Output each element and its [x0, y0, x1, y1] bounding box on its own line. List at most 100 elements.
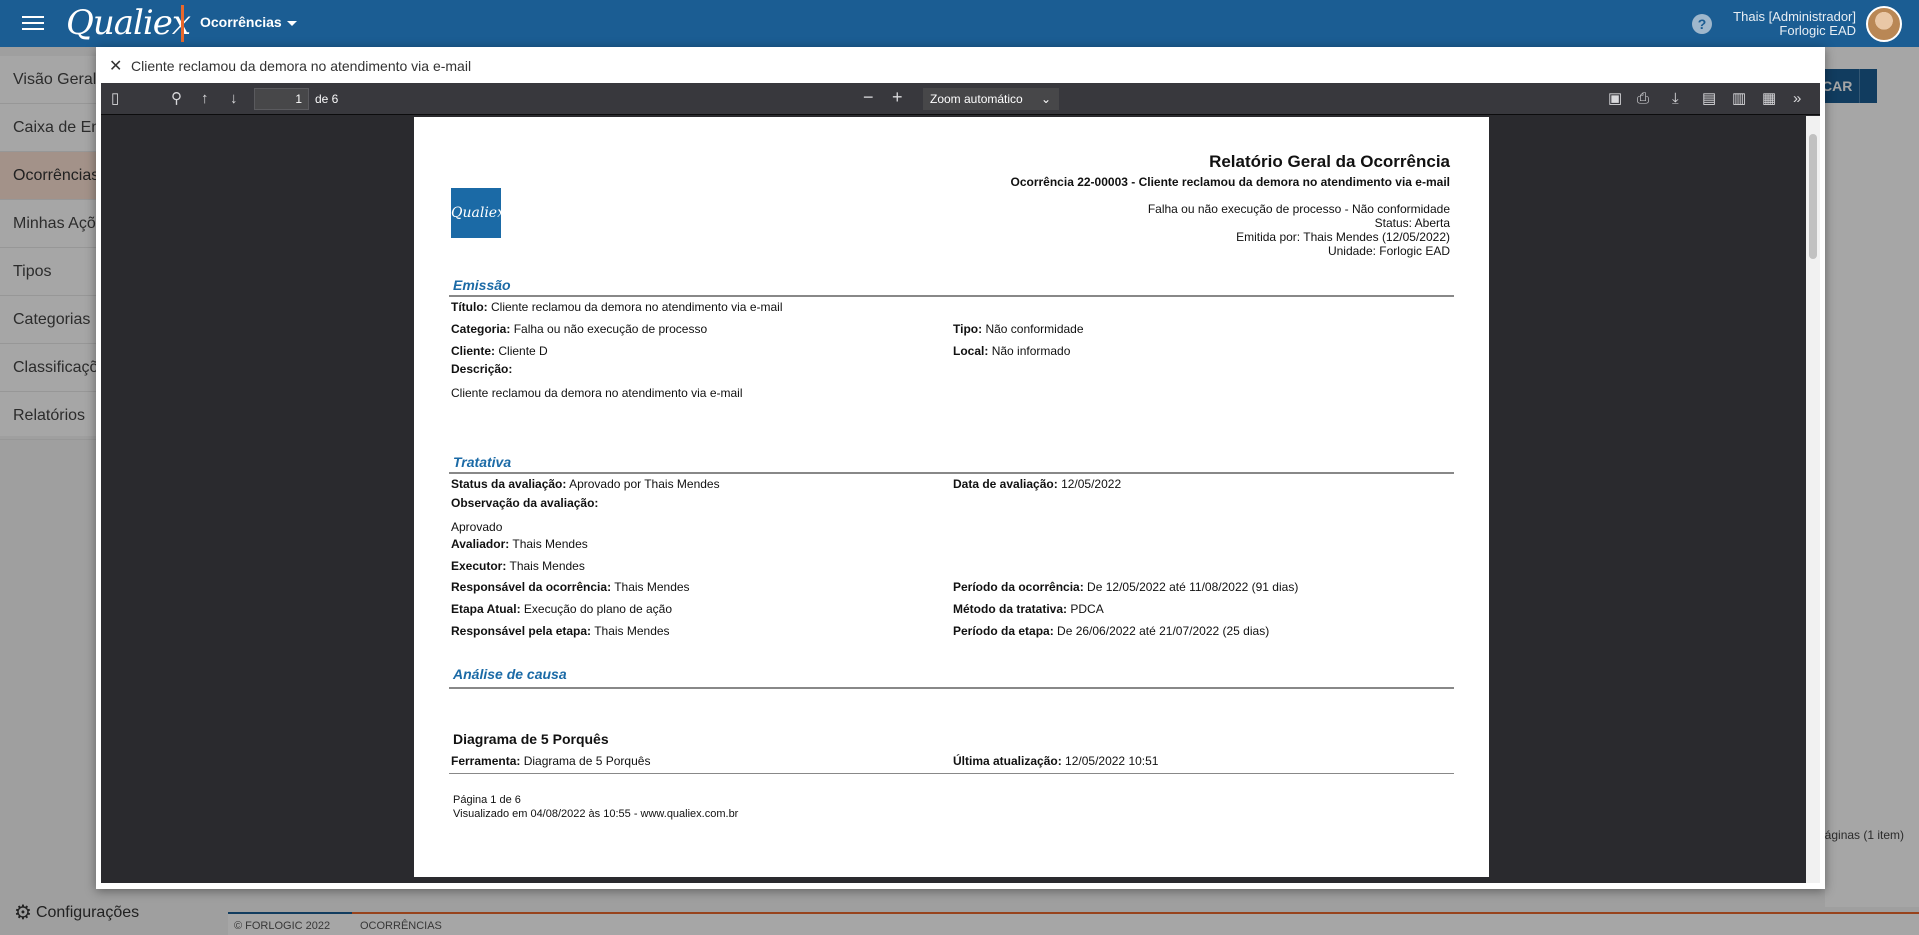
report-logo: Qualiex	[451, 188, 505, 238]
divider	[449, 687, 1454, 689]
field-value: Cliente D	[498, 344, 548, 358]
scrollbar[interactable]	[1806, 116, 1820, 883]
meta-category: Falha ou não execução de processo - Não …	[1147, 202, 1450, 216]
pdf-toolbar: ▯ ⚲ ↑ ↓ 1 de 6 − + Zoom automático ⌄ ▣ ⎙ …	[101, 83, 1820, 115]
download-icon[interactable]: ⤓	[1672, 90, 1679, 108]
meta-issued: Emitida por: Thais Mendes (12/05/2022)	[1236, 230, 1450, 244]
arrow-up-icon[interactable]: ↑	[201, 90, 209, 108]
export-word-icon[interactable]: ▦	[1762, 90, 1776, 108]
field-etapa-atual: Etapa Atual: Execução do plano de ação	[451, 602, 672, 616]
chevron-down-icon: ⌄	[1040, 92, 1051, 106]
field-label: Responsável da ocorrência:	[451, 580, 612, 594]
field-ferramenta: Ferramenta: Diagrama de 5 Porquês	[451, 754, 650, 768]
divider	[449, 295, 1454, 297]
field-label: Período da etapa:	[953, 624, 1054, 638]
field-value: Não conformidade	[985, 322, 1084, 336]
field-value: Falha ou não execução de processo	[513, 322, 708, 336]
field-ultima-atualizacao: Última atualização: 12/05/2022 10:51	[953, 754, 1158, 768]
export-excel-icon[interactable]: ▤	[1702, 90, 1716, 108]
field-avaliador: Avaliador: Thais Mendes	[451, 537, 588, 551]
field-label: Método da tratativa:	[953, 602, 1068, 616]
print-icon[interactable]: ⎙	[1637, 90, 1649, 108]
diagram-title: Diagrama de 5 Porquês	[453, 731, 609, 747]
arrow-down-icon[interactable]: ↓	[230, 90, 238, 108]
page-footer: Página 1 de 6 Visualizado em 04/08/2022 …	[453, 793, 738, 821]
zoom-out-icon[interactable]: −	[863, 88, 874, 106]
app-logo[interactable]: Qualiex	[66, 3, 191, 43]
scrollbar-thumb[interactable]	[1809, 134, 1817, 259]
user-name: Thais [Administrador]	[1733, 9, 1856, 24]
field-label: Data de avaliação:	[953, 477, 1058, 491]
pdf-viewer: ▯ ⚲ ↑ ↓ 1 de 6 − + Zoom automático ⌄ ▣ ⎙ …	[101, 83, 1820, 883]
divider	[449, 773, 1454, 774]
field-label: Descrição:	[451, 362, 513, 376]
modal-header: ✕ Cliente reclamou da demora no atendime…	[96, 47, 1825, 83]
help-icon[interactable]: ?	[1692, 14, 1712, 34]
user-info[interactable]: Thais [Administrador] Forlogic EAD	[1733, 10, 1856, 38]
field-label: Executor:	[451, 559, 507, 573]
viewed-info: Visualizado em 04/08/2022 às 10:55 - www…	[453, 808, 739, 820]
more-tools-icon[interactable]: »	[1793, 90, 1801, 108]
field-value: Cliente reclamou da demora no atendiment…	[491, 300, 783, 314]
field-label: Período da ocorrência:	[953, 580, 1084, 594]
sidebar-toggle-icon[interactable]: ▯	[111, 90, 119, 108]
zoom-select[interactable]: Zoom automático ⌄	[923, 88, 1059, 110]
field-value: 12/05/2022	[1061, 477, 1122, 491]
field-categoria: Categoria: Falha ou não execução de proc…	[451, 322, 707, 336]
page-count: de 6	[315, 92, 339, 106]
divider	[449, 472, 1454, 474]
menu-icon[interactable]	[22, 13, 44, 33]
field-value: Thais Mendes	[614, 580, 690, 594]
close-icon[interactable]: ✕	[109, 56, 122, 76]
section-analise-causa: Análise de causa	[453, 666, 567, 682]
field-periodo-ocorrencia: Período da ocorrência: De 12/05/2022 até…	[953, 580, 1298, 594]
chevron-down-icon[interactable]	[287, 21, 297, 26]
field-value: De 26/06/2022 até 21/07/2022 (25 dias)	[1057, 624, 1270, 638]
report-subtitle: Ocorrência 22-00003 - Cliente reclamou d…	[1010, 175, 1451, 189]
presentation-icon[interactable]: ▣	[1608, 90, 1622, 108]
field-titulo: Título: Cliente reclamou da demora no at…	[451, 300, 783, 314]
field-label: Status da avaliação:	[451, 477, 567, 491]
field-label: Tipo:	[953, 322, 983, 336]
zoom-in-icon[interactable]: +	[892, 88, 903, 106]
field-value: Thais Mendes	[594, 624, 670, 638]
field-value: Não informado	[991, 344, 1071, 358]
page-indicator: Página 1 de 6	[453, 794, 521, 806]
user-org: Forlogic EAD	[1779, 23, 1856, 38]
field-responsavel: Responsável da ocorrência: Thais Mendes	[451, 580, 690, 594]
field-local: Local: Não informado	[953, 344, 1070, 358]
section-tratativa: Tratativa	[453, 454, 512, 470]
field-value: Aprovado por Thais Mendes	[569, 477, 720, 491]
pdf-page: Qualiex Relatório Geral da Ocorrência Oc…	[414, 117, 1489, 877]
field-responsavel-etapa: Responsável pela etapa: Thais Mendes	[451, 624, 670, 638]
field-value: 12/05/2022 10:51	[1065, 754, 1159, 768]
field-metodo: Método da tratativa: PDCA	[953, 602, 1104, 616]
avatar[interactable]	[1866, 6, 1902, 42]
field-label: Local:	[953, 344, 989, 358]
export-pdf-icon[interactable]: ▥	[1732, 90, 1746, 108]
field-value: Thais Mendes	[509, 559, 585, 573]
field-label: Categoria:	[451, 322, 511, 336]
modal-title: Cliente reclamou da demora no atendiment…	[131, 58, 472, 74]
field-label: Título:	[451, 300, 488, 314]
field-value: Thais Mendes	[512, 537, 588, 551]
report-title: Relatório Geral da Ocorrência	[1209, 152, 1450, 171]
meta-unit: Unidade: Forlogic EAD	[1327, 244, 1450, 258]
report-modal: ✕ Cliente reclamou da demora no atendime…	[96, 47, 1825, 889]
field-value: Execução do plano de ação	[523, 602, 673, 616]
observacao-text: Aprovado	[451, 520, 503, 534]
field-observacao: Observação da avaliação:	[451, 496, 598, 510]
module-selector[interactable]: Ocorrências	[200, 14, 282, 30]
field-descricao: Descrição:	[451, 362, 512, 376]
search-icon[interactable]: ⚲	[171, 90, 182, 108]
report-meta: Falha ou não execução de processo - Não …	[1148, 202, 1450, 258]
meta-status: Status: Aberta	[1374, 216, 1450, 230]
field-label: Última atualização:	[953, 754, 1062, 768]
section-emissao: Emissão	[453, 277, 511, 293]
field-label: Responsável pela etapa:	[451, 624, 592, 638]
field-label: Ferramenta:	[451, 754, 521, 768]
field-cliente: Cliente: Cliente D	[451, 344, 548, 358]
field-value: Diagrama de 5 Porquês	[523, 754, 651, 768]
page-number-input[interactable]: 1	[254, 88, 309, 110]
zoom-value: Zoom automático	[930, 92, 1023, 106]
